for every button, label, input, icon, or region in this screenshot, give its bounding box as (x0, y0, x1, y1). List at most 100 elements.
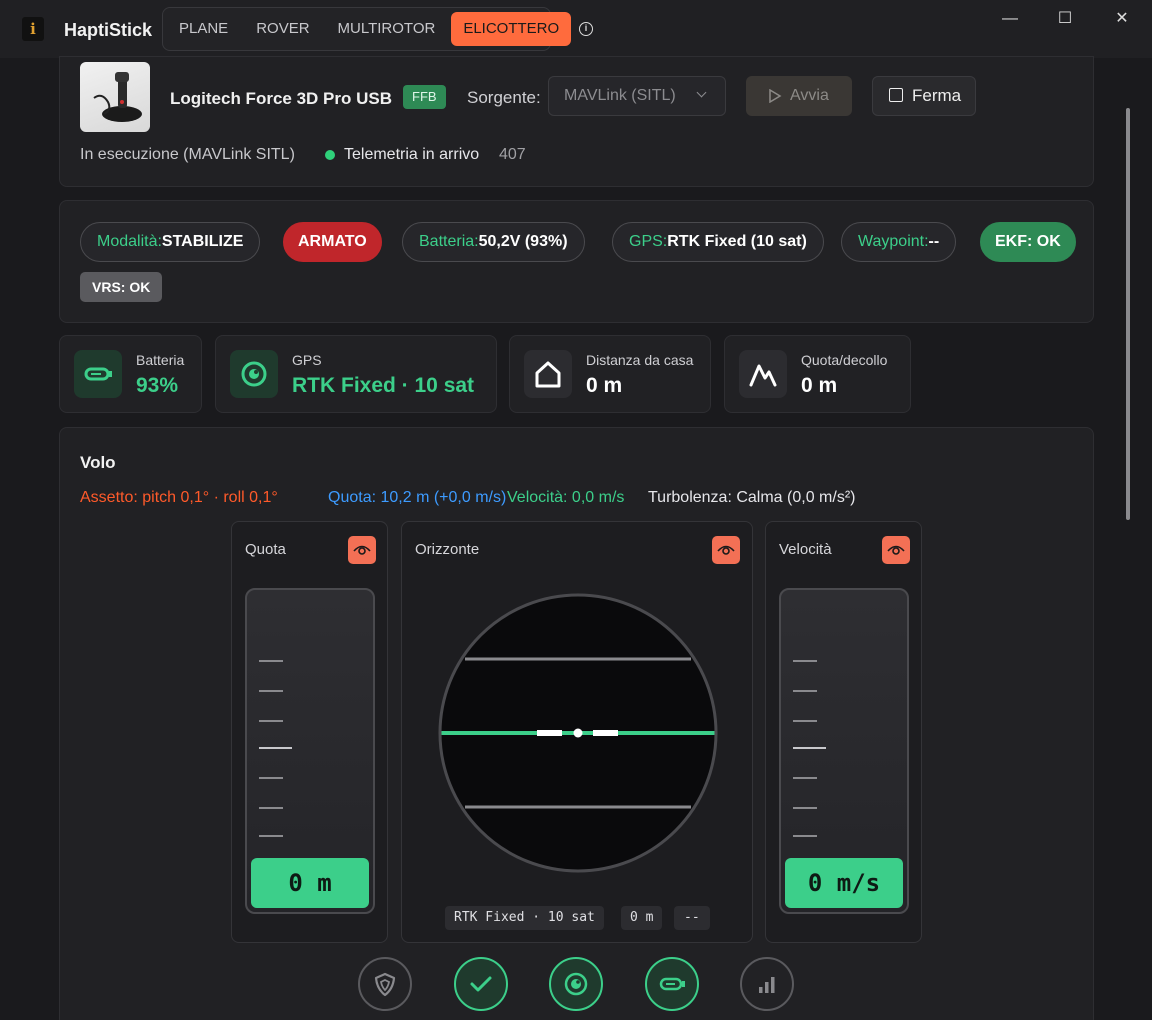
horizon-gauge-title: Orizzonte (415, 541, 480, 558)
joystick-image (80, 62, 150, 132)
check-icon (470, 976, 492, 992)
battery-stat-card: Batteria 93% (59, 335, 202, 413)
gps-pill: GPS:RTK Fixed (10 sat) (612, 222, 824, 262)
device-name: Logitech Force 3D Pro USB (170, 89, 392, 108)
battery-button[interactable] (645, 957, 699, 1011)
horizon-gauge: Orizzonte RTK Fixed · 10 sat 0 m -- (401, 521, 753, 943)
gps-stat-value: RTK Fixed · 10 sat (292, 374, 475, 397)
home-distance-card: Distanza da casa 0 m (509, 335, 711, 413)
check-button[interactable] (454, 957, 508, 1011)
mode-pill: Modalità:STABILIZE (80, 222, 261, 262)
waypoint-pill: Waypoint:-- (841, 222, 957, 262)
mountain-icon (739, 350, 787, 398)
telemetry-indicator-dot (325, 150, 335, 160)
tab-multirotor[interactable]: MULTIROTOR (326, 12, 448, 46)
maximize-button[interactable]: ☐ (1045, 8, 1085, 30)
shield-button[interactable] (358, 957, 412, 1011)
gps-button[interactable] (549, 957, 603, 1011)
eye-icon (353, 545, 371, 555)
chevron-down-icon (696, 87, 707, 98)
speed-value: 0 m/s (785, 858, 903, 908)
close-button[interactable]: ✕ (1102, 8, 1142, 30)
tab-elicottero[interactable]: ELICOTTERO (451, 12, 572, 46)
altitude-gauge: Quota 0 m (231, 521, 388, 943)
source-select-value: MAVLink (SITL) (564, 87, 676, 104)
app-logo-icon: i (22, 17, 44, 41)
gps-stat-card: GPS RTK Fixed · 10 sat (215, 335, 497, 413)
gps-icon (564, 972, 588, 996)
vehicle-tab-bar: PLANE ROVER MULTIROTOR ELICOTTERO (162, 7, 572, 51)
title-bar: i HaptiStick PLANE ROVER MULTIROTOR ELIC… (0, 0, 1152, 58)
signal-button[interactable] (740, 957, 794, 1011)
stop-button[interactable]: Ferma (872, 76, 976, 116)
turbulence-readout: Turbolenza: Calma (0,0 m/s²) (648, 489, 856, 506)
telemetry-label: Telemetria in arrivo (344, 146, 480, 163)
armed-pill: ARMATO (283, 222, 382, 262)
altitude-gauge-title: Quota (245, 541, 286, 558)
ekf-pill: EKF: OK (980, 222, 1076, 262)
battery-icon (659, 977, 685, 991)
horizon-distance-chip: 0 m (621, 906, 663, 930)
takeoff-altitude-value: 0 m (801, 374, 838, 397)
gps-icon (230, 350, 278, 398)
takeoff-altitude-card: Quota/decollo 0 m (724, 335, 911, 413)
gps-stat-label: GPS (292, 352, 322, 368)
altitude-eye-button[interactable] (348, 536, 376, 564)
altitude-tick (259, 807, 283, 809)
telemetry-count: 407 (499, 146, 526, 163)
home-icon (524, 350, 572, 398)
speed-tick (793, 690, 817, 692)
horizon-eye-button[interactable] (712, 536, 740, 564)
shield-icon (374, 972, 396, 997)
altitude-tape: 0 m (245, 588, 375, 914)
speed-tick (793, 807, 817, 809)
stop-icon (889, 88, 903, 102)
altitude-readout: Quota: 10,2 m (+0,0 m/s) (328, 489, 507, 506)
tab-plane[interactable]: PLANE (167, 12, 240, 46)
eye-icon (887, 545, 905, 555)
battery-icon (74, 350, 122, 398)
horizon-gps-chip: RTK Fixed · 10 sat (445, 906, 604, 930)
info-icon[interactable]: i (579, 22, 593, 36)
minimize-button[interactable]: — (990, 8, 1030, 30)
speed-readout: Velocità: 0,0 m/s (507, 489, 625, 506)
altitude-value: 0 m (251, 858, 369, 908)
start-button-label: Avvia (790, 87, 829, 104)
speed-tape: 0 m/s (779, 588, 909, 914)
source-label: Sorgente: (467, 88, 541, 107)
status-card: Modalità:STABILIZE ARMATO Batteria:50,2V… (59, 200, 1094, 323)
speed-tick (793, 777, 817, 779)
altitude-tick-major (259, 747, 292, 749)
speed-gauge: Velocità 0 m/s (765, 521, 922, 943)
altitude-tick (259, 660, 283, 662)
vrs-badge: VRS: OK (80, 272, 163, 302)
app-title: HaptiStick (64, 20, 153, 40)
eye-icon (717, 545, 735, 555)
takeoff-altitude-label: Quota/decollo (801, 352, 888, 368)
altitude-tick (259, 835, 283, 837)
tab-rover[interactable]: ROVER (244, 12, 321, 46)
speed-tick (793, 835, 817, 837)
play-icon (769, 89, 782, 103)
start-button[interactable]: Avvia (746, 76, 852, 116)
speed-eye-button[interactable] (882, 536, 910, 564)
horizon-waypoint-chip: -- (674, 906, 710, 930)
signal-icon (759, 977, 775, 993)
speed-tick-major (793, 747, 826, 749)
device-card: Logitech Force 3D Pro USB FFB Sorgente: … (59, 56, 1094, 187)
attitude-readout: Assetto: pitch 0,1° · roll 0,1° (80, 489, 278, 506)
ffb-badge: FFB (403, 85, 446, 109)
scrollbar-thumb[interactable] (1126, 108, 1130, 520)
battery-pill: Batteria:50,2V (93%) (402, 222, 585, 262)
source-select[interactable]: MAVLink (SITL) (548, 76, 726, 116)
altitude-tick (259, 720, 283, 722)
battery-stat-value: 93% (136, 374, 179, 397)
speed-tick (793, 720, 817, 722)
stop-button-label: Ferma (912, 86, 962, 105)
home-distance-value: 0 m (586, 374, 623, 397)
altitude-tick (259, 777, 283, 779)
speed-gauge-title: Velocità (779, 541, 832, 558)
artificial-horizon (438, 593, 718, 873)
home-distance-label: Distanza da casa (586, 352, 694, 368)
flight-panel-title: Volo (80, 453, 116, 472)
